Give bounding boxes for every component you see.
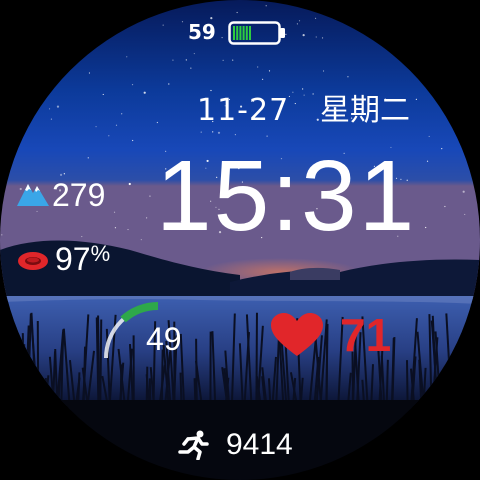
weekday-label: 星期二 xyxy=(320,93,410,128)
heart-rate-value: 71 xyxy=(340,309,392,361)
heart-icon xyxy=(271,313,323,356)
date-label: 11-27 xyxy=(197,93,290,128)
battery-icon xyxy=(228,21,285,45)
spo2-value: 97% xyxy=(55,241,111,277)
watch-face: 59 11-27 星期二 15:31 279 97% 49 71 9414 xyxy=(0,0,480,480)
running-icon xyxy=(178,430,209,460)
steps-value: 9414 xyxy=(226,428,293,461)
altitude-value: 279 xyxy=(52,177,106,213)
blood-drop-icon xyxy=(18,252,48,270)
mountain-icon xyxy=(17,184,49,206)
spo2-unit: % xyxy=(90,241,111,266)
time-display: 15:31 xyxy=(156,140,417,252)
gauge-value: 49 xyxy=(146,321,182,357)
battery-percent: 59 xyxy=(188,20,216,44)
